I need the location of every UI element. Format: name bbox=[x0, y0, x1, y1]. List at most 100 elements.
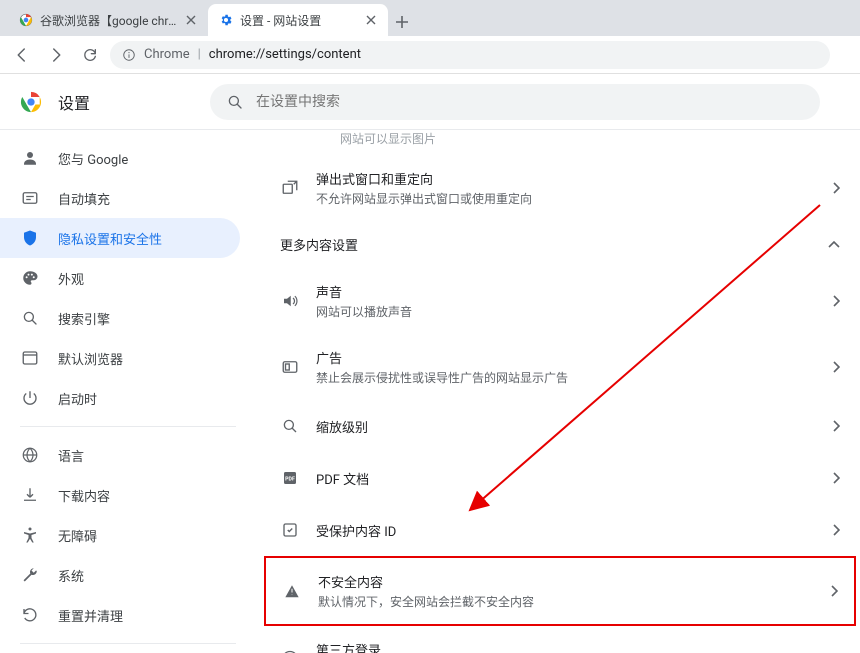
chevron-right-icon bbox=[832, 472, 840, 484]
sidebar-item-label: 重置并清理 bbox=[58, 606, 123, 625]
volume-icon bbox=[280, 291, 300, 311]
warning-icon bbox=[282, 581, 302, 601]
sidebar-item-downloads[interactable]: 下载内容 bbox=[0, 475, 240, 515]
popup-icon bbox=[280, 178, 300, 198]
ad-icon bbox=[280, 357, 300, 377]
row-zoom[interactable]: 缩放级别 bbox=[264, 400, 856, 452]
restore-icon bbox=[20, 605, 40, 625]
sidebar-item-label: 默认浏览器 bbox=[58, 349, 123, 368]
pdf-icon: PDF bbox=[280, 468, 300, 488]
row-protected-content[interactable]: 受保护内容 ID bbox=[264, 504, 856, 556]
svg-text:PDF: PDF bbox=[285, 476, 295, 482]
page-title: 设置 bbox=[58, 90, 90, 114]
sidebar-item-default-browser[interactable]: 默认浏览器 bbox=[0, 338, 240, 378]
chevron-right-icon bbox=[832, 295, 840, 307]
address-sep: | bbox=[198, 47, 201, 62]
wrench-icon bbox=[20, 565, 40, 585]
sidebar-item-label: 自动填充 bbox=[58, 189, 110, 208]
row-title: 缩放级别 bbox=[316, 417, 816, 436]
browser-icon bbox=[20, 348, 40, 368]
row-pdf[interactable]: PDF PDF 文档 bbox=[264, 452, 856, 504]
close-icon[interactable] bbox=[364, 13, 378, 27]
settings-search[interactable] bbox=[210, 84, 820, 120]
browser-tab-active[interactable]: 设置 - 网站设置 bbox=[208, 4, 388, 36]
address-host: Chrome bbox=[144, 47, 190, 62]
sidebar-item-label: 外观 bbox=[58, 269, 84, 288]
sidebar-item-accessibility[interactable]: 无障碍 bbox=[0, 515, 240, 555]
chevron-right-icon bbox=[830, 585, 838, 597]
sidebar-item-you-and-google[interactable]: 您与 Google bbox=[0, 138, 240, 178]
sidebar-item-reset[interactable]: 重置并清理 bbox=[0, 595, 240, 635]
browser-tab-bar: 谷歌浏览器【google chrome】 设置 - 网站设置 bbox=[0, 0, 860, 36]
identity-icon bbox=[280, 649, 300, 653]
more-content-settings-toggle[interactable]: 更多内容设置 bbox=[264, 221, 856, 268]
zoom-icon bbox=[280, 416, 300, 436]
reload-button[interactable] bbox=[76, 41, 104, 69]
download-icon bbox=[20, 485, 40, 505]
favicon-settings-icon bbox=[218, 12, 234, 28]
sidebar-item-label: 搜索引擎 bbox=[58, 309, 110, 328]
shield-icon bbox=[20, 228, 40, 248]
row-federated-identity[interactable]: 第三方登录 网站可以显示来自身份服务的登录提示 bbox=[264, 626, 856, 653]
sidebar-item-search-engine[interactable]: 搜索引擎 bbox=[0, 298, 240, 338]
sidebar-item-label: 隐私设置和安全性 bbox=[58, 229, 162, 248]
sidebar-item-label: 无障碍 bbox=[58, 526, 97, 545]
settings-content: 网站可以显示图片 弹出式窗口和重定向 不允许网站显示弹出式窗口或使用重定向 更多… bbox=[256, 130, 860, 653]
row-subtitle: 默认情况下，安全网站会拦截不安全内容 bbox=[318, 593, 814, 610]
back-button[interactable] bbox=[8, 41, 36, 69]
sidebar-item-label: 系统 bbox=[58, 566, 84, 585]
power-icon bbox=[20, 388, 40, 408]
sidebar-item-label: 您与 Google bbox=[58, 149, 128, 168]
globe-icon bbox=[20, 445, 40, 465]
row-title: 不安全内容 bbox=[318, 572, 814, 591]
row-title: 第三方登录 bbox=[316, 640, 816, 653]
favicon-chrome-icon bbox=[18, 12, 34, 28]
sidebar-item-startup[interactable]: 启动时 bbox=[0, 378, 240, 418]
row-ads[interactable]: 广告 禁止会展示侵扰性或误导性广告的网站显示广告 bbox=[264, 334, 856, 400]
sidebar-item-appearance[interactable]: 外观 bbox=[0, 258, 240, 298]
settings-header: 设置 bbox=[0, 74, 860, 130]
row-subtitle: 网站可以播放声音 bbox=[316, 303, 816, 320]
row-subtitle: 禁止会展示侵扰性或误导性广告的网站显示广告 bbox=[316, 369, 816, 386]
chevron-right-icon bbox=[832, 524, 840, 536]
forward-button[interactable] bbox=[42, 41, 70, 69]
sidebar-item-languages[interactable]: 语言 bbox=[0, 435, 240, 475]
browser-tab[interactable]: 谷歌浏览器【google chrome】 bbox=[8, 4, 208, 36]
row-images-partial: 网站可以显示图片 bbox=[264, 130, 856, 155]
sidebar-item-label: 语言 bbox=[58, 446, 84, 465]
sidebar-item-privacy[interactable]: 隐私设置和安全性 bbox=[0, 218, 240, 258]
palette-icon bbox=[20, 268, 40, 288]
address-bar[interactable]: Chrome | chrome://settings/content bbox=[110, 41, 830, 69]
search-input[interactable] bbox=[256, 94, 804, 110]
row-title: 受保护内容 ID bbox=[316, 521, 816, 540]
autofill-icon bbox=[20, 188, 40, 208]
row-insecure-content[interactable]: 不安全内容 默认情况下，安全网站会拦截不安全内容 bbox=[264, 556, 856, 626]
sidebar-divider bbox=[20, 426, 236, 427]
row-title: PDF 文档 bbox=[316, 469, 816, 488]
sidebar-item-label: 启动时 bbox=[58, 389, 97, 408]
row-title: 声音 bbox=[316, 282, 816, 301]
close-icon[interactable] bbox=[184, 13, 198, 27]
chevron-up-icon bbox=[828, 241, 840, 249]
browser-toolbar: Chrome | chrome://settings/content bbox=[0, 36, 860, 74]
protected-icon bbox=[280, 520, 300, 540]
sidebar-item-autofill[interactable]: 自动填充 bbox=[0, 178, 240, 218]
sidebar-item-label: 下载内容 bbox=[58, 486, 110, 505]
row-title: 广告 bbox=[316, 348, 816, 367]
row-popups[interactable]: 弹出式窗口和重定向 不允许网站显示弹出式窗口或使用重定向 bbox=[264, 155, 856, 221]
settings-sidebar: 您与 Google 自动填充 隐私设置和安全性 外观 搜索引擎 默认浏览器 启动… bbox=[0, 130, 256, 653]
search-icon bbox=[226, 93, 244, 111]
row-subtitle: 不允许网站显示弹出式窗口或使用重定向 bbox=[316, 190, 816, 207]
row-title: 弹出式窗口和重定向 bbox=[316, 169, 816, 188]
search-icon bbox=[20, 308, 40, 328]
person-icon bbox=[20, 148, 40, 168]
address-path: chrome://settings/content bbox=[209, 47, 361, 62]
new-tab-button[interactable] bbox=[388, 8, 416, 36]
sidebar-item-system[interactable]: 系统 bbox=[0, 555, 240, 595]
accessibility-icon bbox=[20, 525, 40, 545]
site-info-icon[interactable] bbox=[122, 48, 136, 62]
row-sound[interactable]: 声音 网站可以播放声音 bbox=[264, 268, 856, 334]
tab-title: 设置 - 网站设置 bbox=[240, 12, 358, 29]
chevron-right-icon bbox=[832, 182, 840, 194]
chrome-logo-icon bbox=[20, 91, 42, 113]
